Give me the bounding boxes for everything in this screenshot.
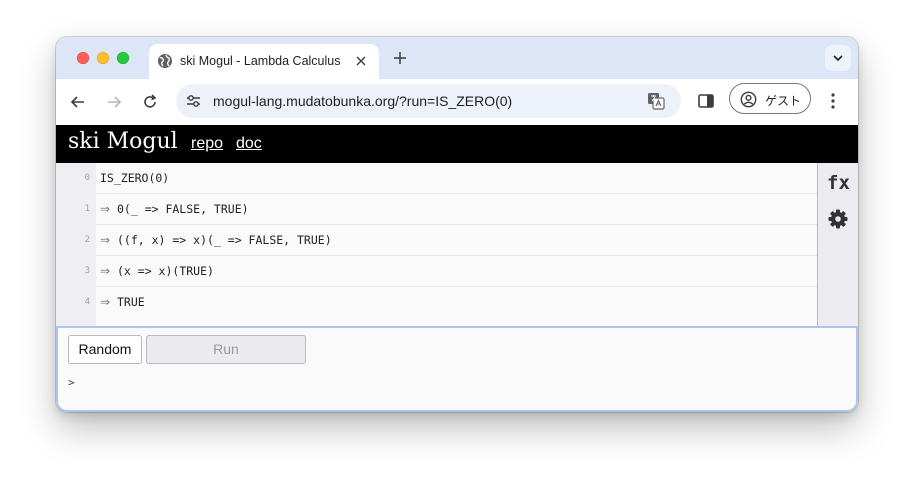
side-rail: fx	[817, 163, 858, 326]
line-number: 0	[56, 163, 96, 194]
new-tab-icon[interactable]	[392, 50, 408, 66]
random-button[interactable]: Random	[68, 335, 142, 364]
doc-link[interactable]: doc	[236, 135, 262, 153]
browser-window: ski Mogul - Lambda Calculus mogul-lang.m…	[56, 37, 858, 412]
run-button[interactable]: Run	[146, 335, 306, 364]
page-content: ski Mogul repo doc 0 IS_ZERO(0) 1 ⇒ 0(_ …	[56, 125, 858, 412]
reduction-arrow: ⇒	[100, 264, 111, 278]
reduction-arrow: ⇒	[100, 202, 111, 216]
browser-toolbar: mogul-lang.mudatobunka.org/?run=IS_ZERO(…	[56, 79, 858, 125]
tab-search-button[interactable]	[825, 45, 851, 71]
gear-icon[interactable]	[828, 209, 848, 229]
fx-icon[interactable]: fx	[827, 172, 850, 194]
reduction-arrow: ⇒	[100, 295, 111, 309]
repo-link[interactable]: repo	[191, 135, 223, 153]
editor-line: 4 ⇒ TRUE	[56, 287, 817, 318]
gutter-filler	[56, 318, 96, 326]
console-panel: Random Run >	[56, 326, 858, 412]
minimize-window-button[interactable]	[97, 52, 109, 64]
line-number: 1	[56, 194, 96, 225]
maximize-window-button[interactable]	[117, 52, 129, 64]
close-window-button[interactable]	[77, 52, 89, 64]
line-code: ⇒ ((f, x) => x)(_ => FALSE, TRUE)	[100, 225, 332, 256]
browser-tab[interactable]: ski Mogul - Lambda Calculus	[149, 44, 379, 79]
line-text: IS_ZERO(0)	[100, 171, 170, 185]
app-header: ski Mogul repo doc	[56, 125, 858, 163]
site-settings-icon[interactable]	[186, 94, 201, 108]
forward-arrow-icon[interactable]	[105, 93, 123, 111]
line-code: IS_ZERO(0)	[100, 163, 169, 194]
code-editor[interactable]: 0 IS_ZERO(0) 1 ⇒ 0(_ => FALSE, TRUE) 2 ⇒…	[56, 163, 817, 326]
url-text: mogul-lang.mudatobunka.org/?run=IS_ZERO(…	[213, 93, 513, 109]
address-bar[interactable]: mogul-lang.mudatobunka.org/?run=IS_ZERO(…	[176, 84, 681, 118]
account-circle-icon	[740, 91, 757, 108]
line-number: 2	[56, 225, 96, 256]
line-number: 4	[56, 287, 96, 318]
app-brand: ski Mogul	[68, 129, 178, 154]
editor-line: 0 IS_ZERO(0)	[56, 163, 817, 194]
tab-strip: ski Mogul - Lambda Calculus	[56, 37, 858, 79]
back-arrow-icon[interactable]	[69, 93, 87, 111]
reduction-arrow: ⇒	[100, 233, 111, 247]
line-text: 0(_ => FALSE, TRUE)	[117, 202, 249, 216]
line-code: ⇒ 0(_ => FALSE, TRUE)	[100, 194, 249, 225]
chevron-down-icon	[833, 55, 843, 62]
line-code: ⇒ TRUE	[100, 287, 145, 318]
line-text: (x => x)(TRUE)	[117, 264, 214, 278]
editor-line: 2 ⇒ ((f, x) => x)(_ => FALSE, TRUE)	[56, 225, 817, 256]
line-code: ⇒ (x => x)(TRUE)	[100, 256, 214, 287]
console-prompt[interactable]: >	[68, 376, 75, 389]
line-text: ((f, x) => x)(_ => FALSE, TRUE)	[117, 233, 332, 247]
line-text: TRUE	[117, 295, 145, 309]
tab-title: ski Mogul - Lambda Calculus	[180, 54, 341, 68]
side-panel-icon[interactable]	[697, 92, 715, 110]
profile-label: ゲスト	[765, 94, 802, 108]
translate-icon[interactable]	[647, 92, 665, 110]
globe-icon	[158, 54, 172, 68]
reload-icon[interactable]	[141, 93, 159, 111]
editor-line: 3 ⇒ (x => x)(TRUE)	[56, 256, 817, 287]
more-menu-icon[interactable]	[830, 92, 836, 110]
editor-line: 1 ⇒ 0(_ => FALSE, TRUE)	[56, 194, 817, 225]
profile-button[interactable]: ゲスト	[729, 83, 811, 114]
line-number: 3	[56, 256, 96, 287]
close-tab-icon[interactable]	[354, 54, 368, 68]
